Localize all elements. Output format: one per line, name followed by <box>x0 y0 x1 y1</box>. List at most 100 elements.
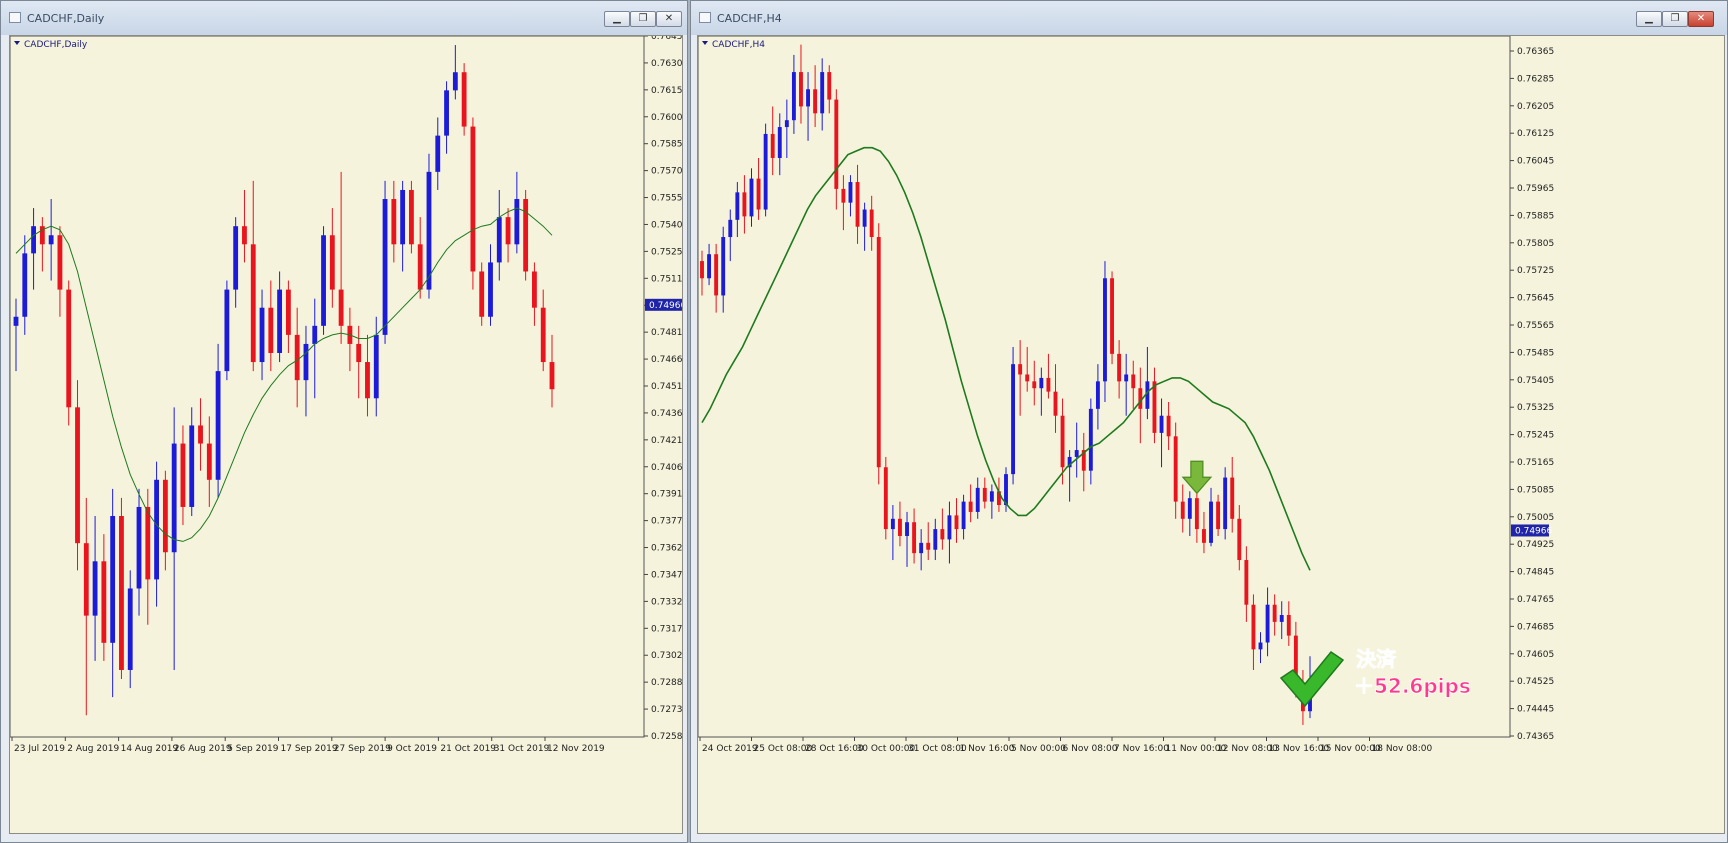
candle-body <box>514 199 520 245</box>
candle-body <box>382 199 388 335</box>
candle-body <box>1152 381 1157 433</box>
price-tick-label: 0.74845 <box>1517 568 1554 578</box>
candle-body <box>444 90 449 136</box>
check-mark-shape <box>1279 650 1345 708</box>
candle-body <box>171 443 177 553</box>
window-titlebar[interactable]: CADCHF,H4 ▁ ❐ ✕ <box>691 1 1727 35</box>
price-tick-label: 0.75005 <box>1517 513 1554 523</box>
current-price-label: 0.74966 <box>649 301 683 311</box>
price-tick-label: 0.72580 <box>651 732 683 742</box>
candle-body <box>905 522 909 536</box>
candle-body <box>933 529 938 550</box>
candle-body <box>1209 501 1213 543</box>
maximize-button[interactable]: ❐ <box>1662 11 1688 27</box>
price-tick-label: 0.75255 <box>651 247 683 257</box>
symbol-dropdown-icon[interactable] <box>702 41 708 45</box>
price-tick-label: 0.73325 <box>651 597 683 607</box>
candle-body <box>1223 477 1228 530</box>
price-tick-label: 0.75485 <box>1517 348 1554 358</box>
candle-body <box>848 182 853 203</box>
candle-body <box>470 126 476 272</box>
candle-body <box>180 443 186 507</box>
price-tick-label: 0.75405 <box>1517 376 1554 386</box>
candle-body <box>975 487 980 512</box>
price-tick-label: 0.74215 <box>651 436 683 446</box>
candle-body <box>233 226 239 290</box>
candle-body <box>919 542 924 554</box>
symbol-dropdown-icon[interactable] <box>14 41 20 45</box>
candle-body <box>940 529 945 540</box>
candle-body <box>479 271 485 317</box>
maximize-button[interactable]: ❐ <box>630 11 656 27</box>
price-tick-label: 0.76125 <box>1517 129 1554 139</box>
close-button[interactable]: ✕ <box>656 11 682 27</box>
candlestick-chart-svg[interactable]: CADCHF,Daily 0.76450 0.76300 0.76150 0.76000… <box>10 36 683 834</box>
candle-body <box>1251 604 1256 650</box>
price-tick-label: 0.74445 <box>1517 705 1554 715</box>
candle-body <box>66 289 72 408</box>
price-tick-label: 0.74660 <box>651 355 683 365</box>
time-tick-label: 25 Oct 08:00 <box>754 744 813 754</box>
price-tick-label: 0.76205 <box>1517 102 1554 112</box>
price-tick-label: 0.74765 <box>1517 595 1554 605</box>
time-tick-label: 31 Oct 08:00 <box>908 744 967 754</box>
time-tick-label: 30 Oct 00:00 <box>857 744 916 754</box>
candle-body <box>83 543 89 616</box>
candle-body <box>145 506 151 580</box>
minimize-button[interactable]: ▁ <box>604 11 630 27</box>
candle-body <box>1173 436 1178 502</box>
time-tick-label: 6 Nov 08:00 <box>1063 744 1118 754</box>
candle-body <box>162 479 168 553</box>
candle-body <box>119 516 124 670</box>
candle-body <box>435 135 441 172</box>
candle-body <box>1187 498 1192 519</box>
candle-body <box>1180 501 1185 519</box>
candle-body <box>1046 377 1051 392</box>
candle-body <box>707 254 712 279</box>
time-tick-label: 12 Nov 2019 <box>547 744 605 754</box>
candle-body <box>1103 278 1107 382</box>
candle-body <box>417 244 423 290</box>
candle-body <box>57 235 63 290</box>
price-chart[interactable]: CADCHF,Daily 0.76450 0.76300 0.76150 0.76000… <box>9 35 683 834</box>
candle-body <box>268 307 274 353</box>
price-tick-label: 0.76450 <box>651 36 683 42</box>
window-title: CADCHF,Daily <box>27 12 105 25</box>
price-tick-label: 0.75325 <box>1517 403 1554 413</box>
candle-body <box>1025 374 1030 382</box>
time-tick-label: 9 Oct 2019 <box>387 744 437 754</box>
candle-body <box>890 518 895 530</box>
price-tick-label: 0.73915 <box>651 490 683 500</box>
time-tick-label: 14 Aug 2019 <box>121 744 179 754</box>
settlement-label: 決済 <box>1356 647 1397 671</box>
candle-body <box>505 217 511 245</box>
time-tick-label: 1 Nov 16:00 <box>960 744 1015 754</box>
candle-body <box>242 226 247 245</box>
close-button[interactable]: ✕ <box>1688 11 1714 27</box>
minimize-button[interactable]: ▁ <box>1636 11 1662 27</box>
candle-body <box>1011 364 1016 475</box>
candle-body <box>869 209 874 238</box>
candle-body <box>883 467 888 530</box>
chart-window-daily[interactable]: CADCHF,Daily ▁ ❐ ✕ CADCHF,Daily 0.76450 0.… <box>0 0 688 843</box>
price-tick-label: 0.74510 <box>651 382 683 392</box>
window-titlebar[interactable]: CADCHF,Daily ▁ ❐ ✕ <box>1 1 687 35</box>
chart-window-h4[interactable]: CADCHF,H4 ▁ ❐ ✕ CADCHF,H4 0.76365 0.76285 0… <box>690 0 1728 843</box>
price-tick-label: 0.75165 <box>1517 458 1554 468</box>
candle-body <box>1053 391 1058 416</box>
price-tick-label: 0.73620 <box>651 544 683 554</box>
price-tick-label: 0.74810 <box>651 328 683 338</box>
price-chart[interactable]: CADCHF,H4 0.76365 0.76285 0.76205 0.76125 0.7… <box>697 35 1725 834</box>
candle-body <box>1095 381 1100 409</box>
candle-body <box>749 178 754 217</box>
candle-body <box>294 334 300 381</box>
time-tick-label: 21 Oct 2019 <box>440 744 496 754</box>
candle-body <box>961 501 966 530</box>
candlestick-chart-svg[interactable]: CADCHF,H4 0.76365 0.76285 0.76205 0.76125 0.7… <box>698 36 1725 834</box>
time-tick-label: 17 Sep 2019 <box>281 744 338 754</box>
candle-body <box>365 362 370 399</box>
candle-body <box>989 491 994 502</box>
candle-body <box>834 99 839 189</box>
price-tick-label: 0.74605 <box>1517 650 1554 660</box>
candle-body <box>303 343 309 381</box>
